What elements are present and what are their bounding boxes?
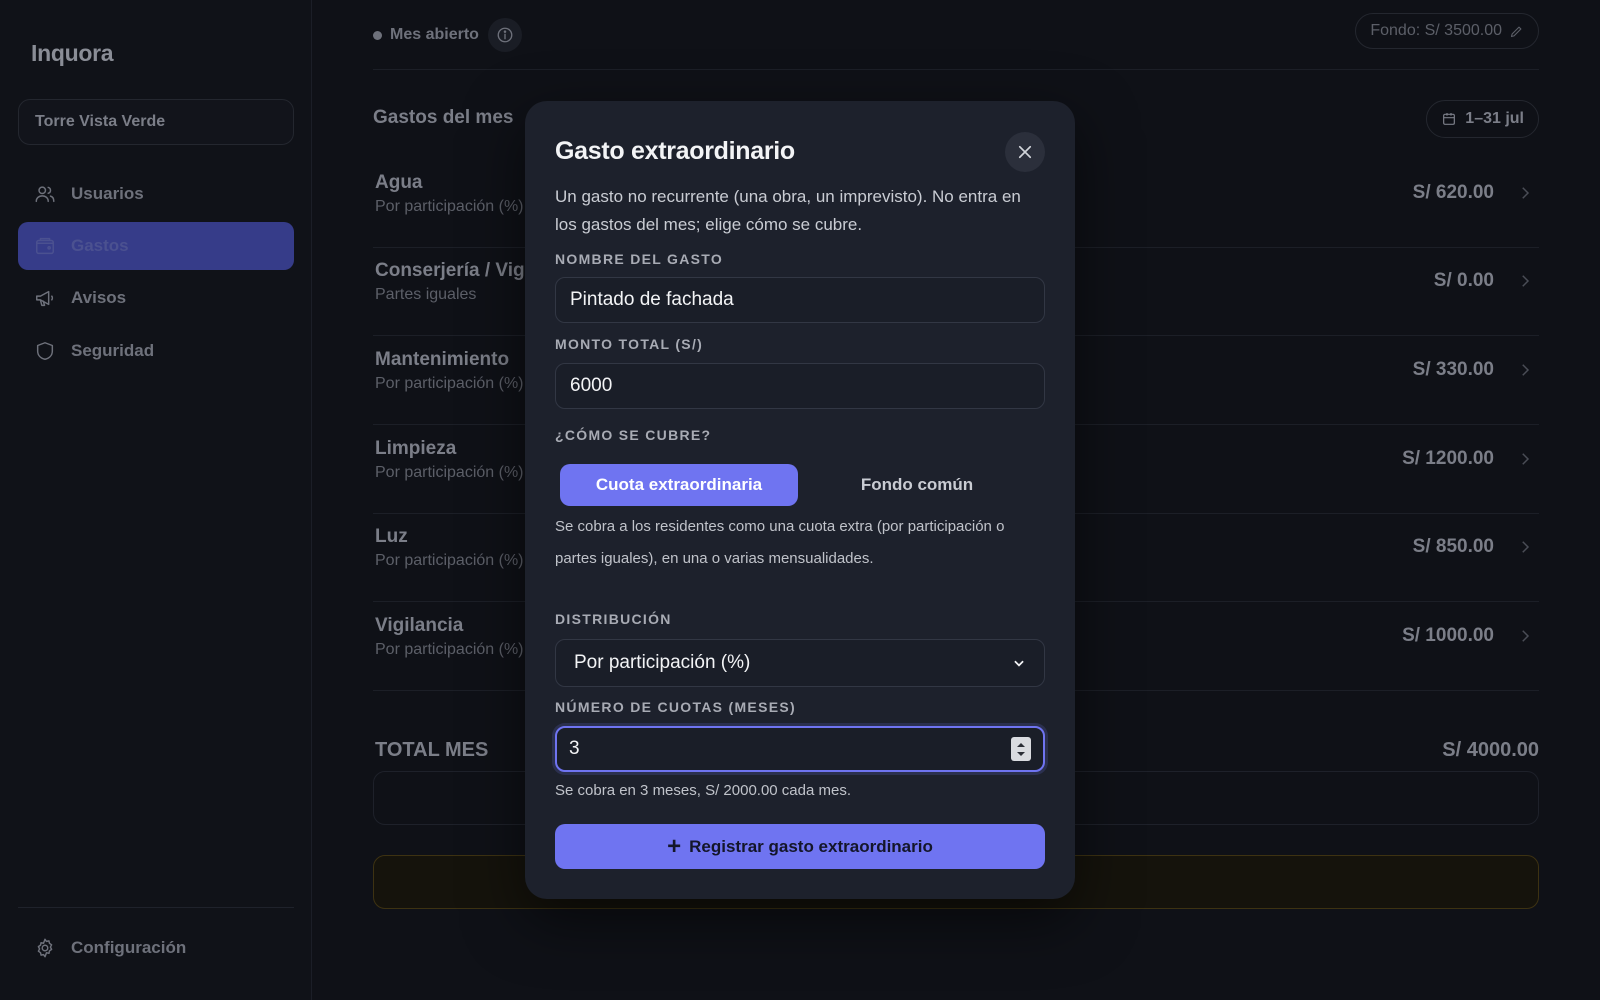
amount-input[interactable] [555, 363, 1045, 409]
expense-name: Mantenimiento [375, 349, 510, 370]
gear-icon [34, 937, 56, 959]
cover-label: ¿CÓMO SE CUBRE? [555, 427, 712, 443]
app-logo: Inquora [31, 40, 114, 66]
cover-option-fund[interactable]: Fondo común [798, 464, 1036, 506]
total-value: S/ 4000.00 [1442, 739, 1539, 761]
name-label: NOMBRE DEL GASTO [555, 251, 724, 267]
info-button[interactable] [487, 18, 522, 52]
expense-method: Por participación (%) [375, 552, 524, 569]
fund-badge[interactable]: Fondo: S/ 3500.00 [1355, 13, 1539, 49]
installments-value: 3 [569, 738, 580, 759]
close-button[interactable] [1005, 132, 1045, 172]
expense-name: Limpieza [375, 438, 457, 459]
chevron-right-icon [1522, 275, 1530, 287]
expense-method: Por participación (%) [375, 198, 524, 215]
building-selector[interactable]: Torre Vista Verde [18, 99, 294, 145]
header-divider [373, 69, 1539, 70]
chevron-right-icon [1522, 364, 1530, 376]
sidebar-item-avisos[interactable]: Avisos [18, 274, 294, 322]
users-icon [34, 183, 56, 205]
sidebar-item-gastos[interactable]: Gastos [18, 222, 294, 270]
installments-label: NÚMERO DE CUOTAS (MESES) [555, 699, 796, 715]
cover-segmented-control: Cuota extraordinaria Fondo común [555, 460, 1045, 510]
wallet-icon [34, 235, 56, 257]
sidebar-item-label: Avisos [71, 288, 127, 307]
distribution-label: DISTRIBUCIÓN [555, 611, 672, 627]
register-expense-button[interactable]: + Registrar gasto extraordinario [555, 824, 1045, 869]
expense-name: Conserjería / Vig [375, 260, 525, 281]
amount-label: MONTO TOTAL (S/) [555, 336, 704, 352]
expense-amount: S/ 850.00 [1412, 536, 1494, 557]
expense-name-input[interactable] [555, 277, 1045, 323]
installments-help: Se cobra en 3 meses, S/ 2000.00 cada mes… [555, 782, 852, 799]
megaphone-icon [34, 287, 56, 309]
section-title: Gastos del mes [373, 107, 514, 128]
sidebar-divider [18, 907, 294, 908]
expense-method: Partes iguales [375, 286, 477, 303]
date-range-button[interactable]: 1–31 jul [1426, 100, 1539, 138]
expense-amount: S/ 1200.00 [1402, 448, 1494, 469]
register-expense-label: Registrar gasto extraordinario [689, 836, 933, 856]
info-icon [497, 27, 513, 43]
expense-amount: S/ 330.00 [1412, 359, 1494, 380]
fund-label: Fondo: S/ 3500.00 [1370, 22, 1502, 39]
pencil-icon [1510, 26, 1522, 37]
plus-icon: + [667, 832, 682, 860]
expense-name: Vigilancia [375, 615, 464, 636]
modal-description: Un gasto no recurrente (una obra, un imp… [555, 187, 1021, 234]
extraordinary-expense-modal: Gasto extraordinario Un gasto no recurre… [525, 101, 1075, 899]
status-label: Mes abierto [390, 26, 479, 43]
expense-method: Por participación (%) [375, 641, 524, 658]
total-label: TOTAL MES [375, 739, 489, 761]
expense-name: Agua [375, 172, 423, 193]
close-icon [1018, 145, 1032, 159]
chevron-right-icon [1522, 187, 1530, 199]
cover-help: Se cobra a los residentes como una cuota… [555, 518, 1005, 567]
chevron-right-icon [1522, 630, 1530, 642]
expense-method: Por participación (%) [375, 375, 524, 392]
modal-title: Gasto extraordinario [555, 137, 795, 165]
expense-name: Luz [375, 526, 408, 547]
distribution-value: Por participación (%) [574, 652, 751, 673]
chevron-down-icon [1014, 660, 1024, 667]
expense-amount: S/ 620.00 [1412, 182, 1494, 203]
expense-method: Por participación (%) [375, 464, 524, 481]
date-range-label: 1–31 jul [1465, 110, 1524, 127]
cover-option-quota[interactable]: Cuota extraordinaria [560, 464, 798, 506]
shield-icon [34, 340, 56, 362]
sidebar-item-label: Seguridad [71, 341, 155, 360]
chevron-right-icon [1522, 541, 1530, 553]
installments-input[interactable]: 3 [555, 726, 1045, 772]
sidebar-item-usuarios[interactable]: Usuarios [18, 170, 294, 218]
sidebar-item-configuracion[interactable]: Configuración [18, 924, 294, 972]
sidebar-item-label: Usuarios [71, 184, 144, 203]
expense-amount: S/ 1000.00 [1402, 625, 1494, 646]
sidebar-item-seguridad[interactable]: Seguridad [18, 327, 294, 375]
stepper-icon[interactable] [1011, 737, 1031, 761]
month-status: Mes abierto [373, 18, 522, 52]
sidebar-item-label: Gastos [71, 236, 129, 255]
calendar-icon [1443, 113, 1456, 125]
expense-amount: S/ 0.00 [1433, 270, 1494, 291]
sidebar: Inquora Torre Vista Verde Usuarios Gasto… [0, 0, 312, 1000]
chevron-right-icon [1522, 453, 1530, 465]
sidebar-item-label: Configuración [71, 938, 187, 957]
distribution-select[interactable]: Por participación (%) [555, 639, 1045, 687]
status-dot [373, 30, 382, 40]
